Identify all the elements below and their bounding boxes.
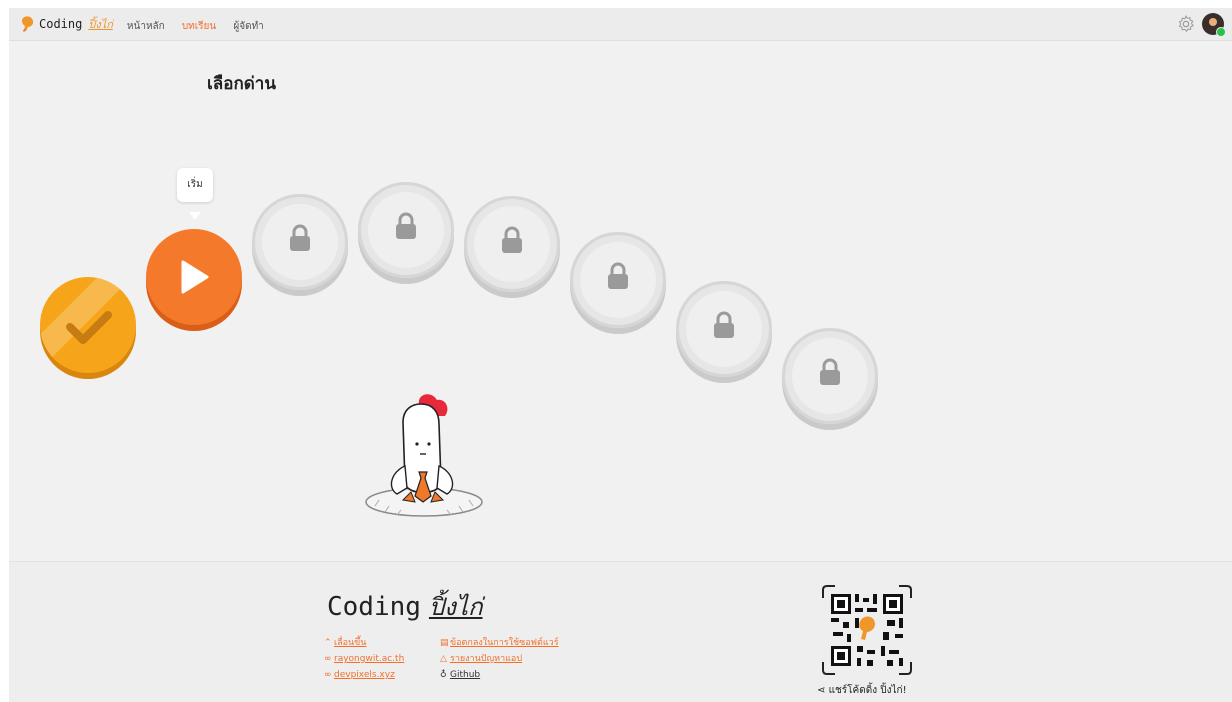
level-7-locked[interactable] [676, 281, 772, 377]
page-title: เลือกด่าน [207, 74, 276, 94]
play-icon [181, 260, 209, 294]
top-navbar: Coding ปิ้งไก่ หน้าหลัก บทเรียน ผู้จัดทำ [9, 8, 1232, 41]
document-icon: ▤ [440, 638, 449, 648]
devpixels-label: devpixels.xyz [334, 670, 395, 680]
logo-subtitle: ปิ้งไก่ [88, 18, 113, 31]
github-icon: ♁ [440, 670, 447, 680]
user-avatar[interactable] [1202, 13, 1226, 37]
nav-lessons[interactable]: บทเรียน [182, 21, 216, 32]
footer-logo-name: Coding [327, 592, 421, 622]
level-6-locked[interactable] [570, 232, 666, 328]
level-5-locked[interactable] [464, 196, 560, 292]
chicken-mascot-illustration [365, 394, 483, 517]
lock-icon [502, 226, 522, 253]
terms-link[interactable]: ▤ข้อตกลงในการใช้ซอฟต์แวร์ [440, 635, 559, 651]
rayongwit-label: rayongwit.ac.th [334, 654, 405, 664]
avatar-face [1209, 18, 1217, 26]
terms-label: ข้อตกลงในการใช้ซอฟต์แวร์ [450, 638, 559, 648]
check-icon [66, 311, 112, 344]
lock-icon [608, 262, 628, 289]
lock-icon [396, 212, 416, 239]
footer-logo-subtitle: ปิ้งไก่ [428, 593, 483, 621]
start-tooltip: เริ่ม [177, 168, 213, 202]
brand-logo[interactable]: Coding ปิ้งไก่ [21, 15, 113, 33]
github-label: Github [450, 670, 481, 680]
chicken-leg-icon [21, 16, 34, 32]
report-issue-label: รายงานปัญหาแอป [450, 654, 523, 664]
footer-links-right: ▤ข้อตกลงในการใช้ซอฟต์แวร์ △ รายงานปัญหาแอ… [440, 635, 559, 683]
page-footer: Coding ปิ้งไก่ ⌃ เลื่อนขึ้น ∞ rayongwit.ac.… [9, 561, 1232, 702]
tooltip-arrow [189, 212, 201, 220]
online-status-dot [1216, 27, 1226, 37]
nav-home[interactable]: หน้าหลัก [127, 21, 165, 32]
footer-logo: Coding ปิ้งไก่ [327, 587, 482, 626]
scroll-up-label: เลื่อนขึ้น [334, 638, 367, 648]
logo-name: Coding [39, 17, 83, 31]
share-button[interactable]: ⋖ แชร์โค้ดดิ้ง ปิ้งไก่! [817, 683, 907, 698]
lock-icon [290, 224, 310, 251]
app-window: Coding ปิ้งไก่ หน้าหลัก บทเรียน ผู้จัดทำ… [9, 8, 1232, 702]
level-3-locked[interactable] [252, 194, 348, 290]
lock-icon [714, 311, 734, 338]
level-2-start-button[interactable] [146, 229, 242, 325]
nav-links: หน้าหลัก บทเรียน ผู้จัดทำ [113, 14, 264, 34]
level-1-completed-button[interactable] [40, 277, 136, 373]
chevrons-up-icon: ⌃ [324, 638, 332, 648]
level-8-locked[interactable] [782, 328, 878, 424]
lock-icon [820, 358, 840, 385]
footer-links-left: ⌃ เลื่อนขึ้น ∞ rayongwit.ac.th ∞ devpixels.… [324, 635, 404, 683]
warning-icon: △ [440, 654, 447, 664]
qr-code[interactable] [821, 584, 913, 676]
report-issue-link[interactable]: △ รายงานปัญหาแอป [440, 651, 559, 667]
github-link[interactable]: ♁ Github [440, 667, 559, 683]
devpixels-link[interactable]: ∞ devpixels.xyz [324, 667, 404, 683]
gear-icon[interactable] [1176, 14, 1196, 34]
link-icon: ∞ [324, 654, 332, 664]
scroll-up-link[interactable]: ⌃ เลื่อนขึ้น [324, 635, 404, 651]
rayongwit-link[interactable]: ∞ rayongwit.ac.th [324, 651, 404, 667]
level-4-locked[interactable] [358, 182, 454, 278]
nav-authors[interactable]: ผู้จัดทำ [233, 21, 263, 32]
share-label: แชร์โค้ดดิ้ง ปิ้งไก่! [828, 685, 907, 696]
share-icon: ⋖ [817, 685, 826, 696]
link-icon: ∞ [324, 670, 332, 680]
